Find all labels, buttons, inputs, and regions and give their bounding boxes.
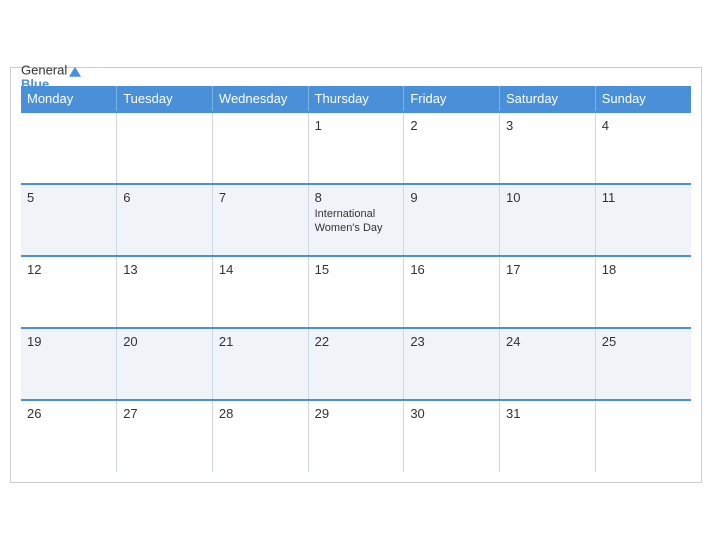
calendar-week-row: 1234: [21, 112, 691, 184]
calendar-cell: [595, 400, 691, 472]
calendar-cell: 9: [404, 184, 500, 256]
weekday-header-row: MondayTuesdayWednesdayThursdayFridaySatu…: [21, 86, 691, 112]
day-number: 18: [602, 262, 685, 277]
weekday-header-tuesday: Tuesday: [117, 86, 213, 112]
day-number: 7: [219, 190, 302, 205]
logo-triangle-icon: [69, 66, 81, 76]
weekday-header-thursday: Thursday: [308, 86, 404, 112]
day-number: 22: [315, 334, 398, 349]
day-number: 1: [315, 118, 398, 133]
calendar-week-row: 5678 International Women's Day 9 10 11: [21, 184, 691, 256]
calendar-cell: 16: [404, 256, 500, 328]
calendar-week-row: 26 27 28 29 30 31: [21, 400, 691, 472]
calendar-cell: 24: [500, 328, 596, 400]
calendar-cell: 21: [212, 328, 308, 400]
logo-blue-text: Blue: [21, 78, 49, 92]
day-number: 17: [506, 262, 589, 277]
day-number: 8: [315, 190, 398, 205]
logo-general-text: General: [21, 64, 81, 78]
calendar-cell: 15: [308, 256, 404, 328]
calendar-cell: 10: [500, 184, 596, 256]
calendar-table: MondayTuesdayWednesdayThursdayFridaySatu…: [21, 86, 691, 472]
day-number: 23: [410, 334, 493, 349]
calendar-cell: 17: [500, 256, 596, 328]
calendar-cell: 6: [117, 184, 213, 256]
calendar-cell: 22: [308, 328, 404, 400]
calendar-cell: [117, 112, 213, 184]
calendar-cell: 28: [212, 400, 308, 472]
calendar-cell: 13: [117, 256, 213, 328]
day-number: 16: [410, 262, 493, 277]
calendar-week-row: 19 20 21 22 23 24 25: [21, 328, 691, 400]
calendar-cell: 11: [595, 184, 691, 256]
calendar-cell: 12: [21, 256, 117, 328]
day-number: 31: [506, 406, 589, 421]
day-number: 9: [410, 190, 493, 205]
day-number: 10: [506, 190, 589, 205]
calendar-cell: 3: [500, 112, 596, 184]
calendar-cell: 1: [308, 112, 404, 184]
calendar-container: General Blue MondayTuesdayWednesdayThurs…: [10, 67, 702, 483]
calendar-cell: 27: [117, 400, 213, 472]
day-number: 4: [602, 118, 685, 133]
calendar-cell: 18: [595, 256, 691, 328]
day-number: 12: [27, 262, 110, 277]
calendar-cell: 26: [21, 400, 117, 472]
calendar-cell: 30: [404, 400, 500, 472]
logo: General Blue: [21, 64, 81, 93]
day-number: 29: [315, 406, 398, 421]
calendar-cell: 8 International Women's Day: [308, 184, 404, 256]
calendar-cell: 5: [21, 184, 117, 256]
calendar-cell: [21, 112, 117, 184]
calendar-cell: 29: [308, 400, 404, 472]
day-number: 25: [602, 334, 685, 349]
day-number: 14: [219, 262, 302, 277]
day-number: 30: [410, 406, 493, 421]
calendar-cell: 2: [404, 112, 500, 184]
day-number: 20: [123, 334, 206, 349]
calendar-cell: [212, 112, 308, 184]
day-number: 21: [219, 334, 302, 349]
day-number: 11: [602, 190, 685, 205]
weekday-header-wednesday: Wednesday: [212, 86, 308, 112]
day-number: 24: [506, 334, 589, 349]
day-number: 13: [123, 262, 206, 277]
day-number: 26: [27, 406, 110, 421]
calendar-cell: 23: [404, 328, 500, 400]
calendar-cell: 31: [500, 400, 596, 472]
calendar-cell: 4: [595, 112, 691, 184]
day-number: 27: [123, 406, 206, 421]
weekday-header-saturday: Saturday: [500, 86, 596, 112]
weekday-header-friday: Friday: [404, 86, 500, 112]
day-number: 2: [410, 118, 493, 133]
calendar-week-row: 12 13 14 15 16 17 18: [21, 256, 691, 328]
calendar-cell: 19: [21, 328, 117, 400]
weekday-header-sunday: Sunday: [595, 86, 691, 112]
day-number: 6: [123, 190, 206, 205]
holiday-label: International Women's Day: [315, 207, 398, 236]
calendar-cell: 20: [117, 328, 213, 400]
calendar-cell: 7: [212, 184, 308, 256]
day-number: 5: [27, 190, 110, 205]
day-number: 15: [315, 262, 398, 277]
day-number: 3: [506, 118, 589, 133]
day-number: 19: [27, 334, 110, 349]
calendar-cell: 14: [212, 256, 308, 328]
day-number: 28: [219, 406, 302, 421]
calendar-cell: 25: [595, 328, 691, 400]
